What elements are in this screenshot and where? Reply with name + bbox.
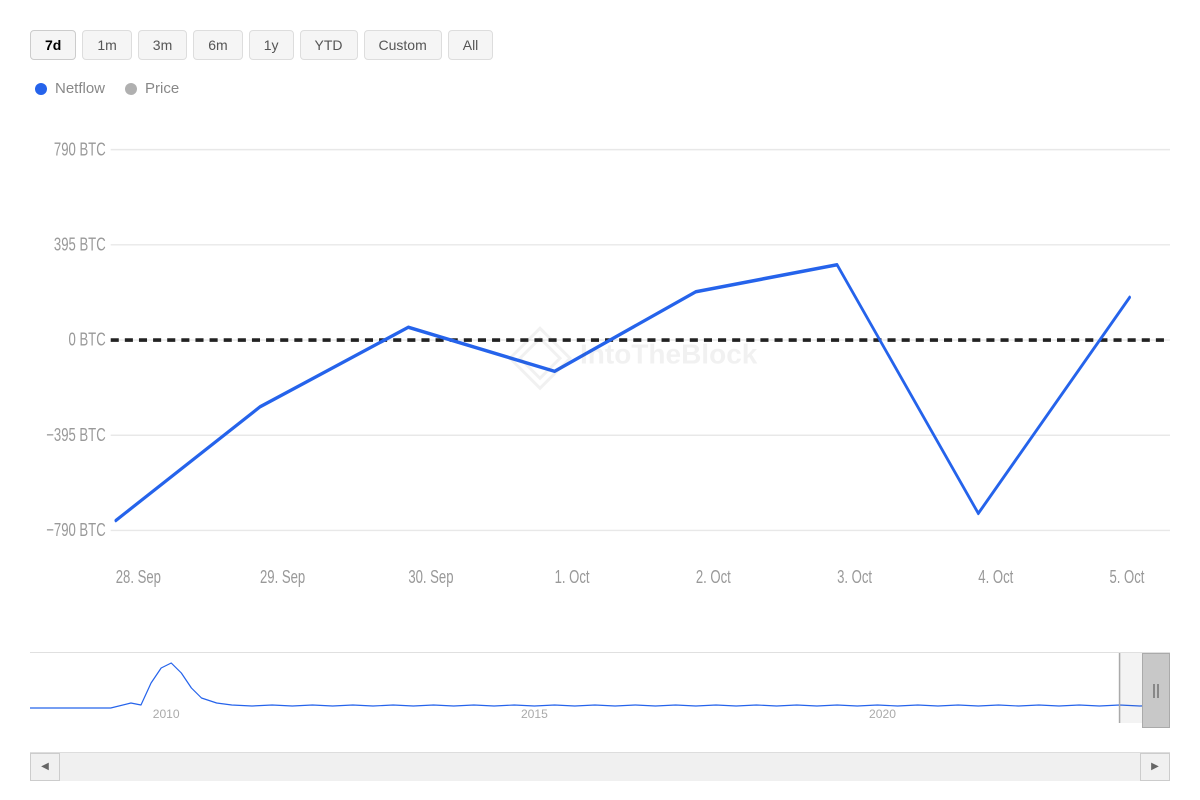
- scroll-track[interactable]: [60, 753, 1140, 781]
- svg-text:5. Oct: 5. Oct: [1109, 567, 1144, 588]
- time-btn-ytd[interactable]: YTD: [300, 30, 358, 60]
- chart-legend: Netflow Price: [35, 80, 1170, 97]
- time-btn-1y[interactable]: 1y: [249, 30, 294, 60]
- svg-text:4. Oct: 4. Oct: [978, 567, 1013, 588]
- time-btn-6m[interactable]: 6m: [193, 30, 242, 60]
- time-btn-3m[interactable]: 3m: [138, 30, 187, 60]
- time-range-selector: 7d1m3m6m1yYTDCustomAll: [30, 30, 1170, 60]
- svg-text:1. Oct: 1. Oct: [555, 567, 590, 588]
- time-btn-1m[interactable]: 1m: [82, 30, 131, 60]
- svg-text:2. Oct: 2. Oct: [696, 567, 731, 588]
- main-chart: IntoTheBlock 790 BTC 395 BTC 0 BTC: [30, 107, 1170, 647]
- svg-text:2015: 2015: [521, 707, 548, 721]
- chart-svg-container: IntoTheBlock 790 BTC 395 BTC 0 BTC: [30, 107, 1170, 647]
- svg-text:790 BTC: 790 BTC: [54, 139, 106, 160]
- main-container: 7d1m3m6m1yYTDCustomAll Netflow Price Int…: [0, 0, 1200, 800]
- svg-text:28. Sep: 28. Sep: [116, 567, 161, 588]
- svg-text:29. Sep: 29. Sep: [260, 567, 305, 588]
- svg-text:30. Sep: 30. Sep: [408, 567, 453, 588]
- legend-netflow: Netflow: [35, 80, 105, 97]
- scroll-right-arrow[interactable]: ▶: [1140, 753, 1170, 781]
- svg-text:0 BTC: 0 BTC: [69, 330, 106, 351]
- time-btn-all[interactable]: All: [448, 30, 494, 60]
- chart-wrapper: IntoTheBlock 790 BTC 395 BTC 0 BTC: [30, 107, 1170, 780]
- legend-price: Price: [125, 80, 179, 97]
- mini-chart: 2010 2015 2020: [30, 652, 1170, 752]
- scrollbar: ◀ ▶: [30, 752, 1170, 780]
- scroll-left-arrow[interactable]: ◀: [30, 753, 60, 781]
- svg-text:2020: 2020: [869, 707, 896, 721]
- svg-text:395 BTC: 395 BTC: [54, 234, 106, 255]
- chart-resize-handle[interactable]: [1142, 653, 1170, 728]
- price-dot: [125, 83, 137, 95]
- svg-text:−395 BTC: −395 BTC: [46, 425, 105, 446]
- mini-chart-svg: 2010 2015 2020: [30, 653, 1170, 728]
- svg-text:−790 BTC: −790 BTC: [46, 520, 105, 541]
- svg-text:2010: 2010: [153, 707, 180, 721]
- main-chart-svg: 790 BTC 395 BTC 0 BTC −395 BTC −790 BTC …: [30, 107, 1170, 647]
- netflow-label: Netflow: [55, 80, 105, 97]
- netflow-dot: [35, 83, 47, 95]
- svg-text:3. Oct: 3. Oct: [837, 567, 872, 588]
- time-btn-custom[interactable]: Custom: [364, 30, 442, 60]
- time-btn-7d[interactable]: 7d: [30, 30, 76, 60]
- price-label: Price: [145, 80, 179, 97]
